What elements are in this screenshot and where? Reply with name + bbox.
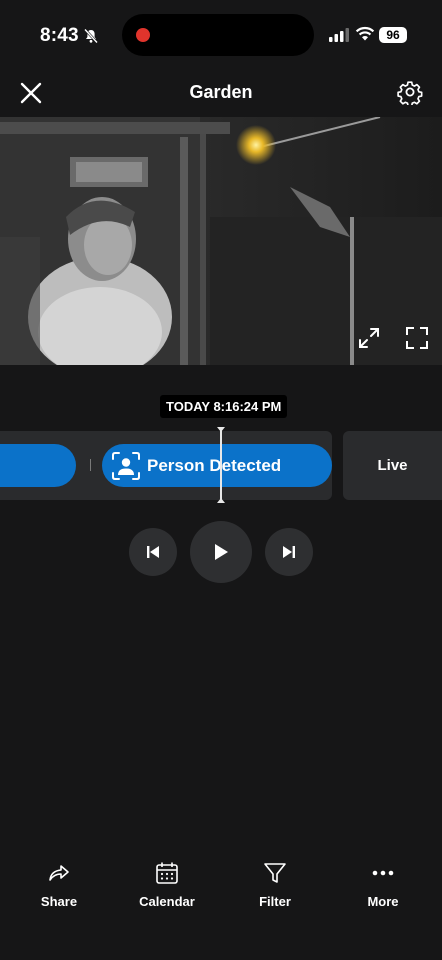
filter-label: Filter <box>259 894 291 909</box>
expand-icon[interactable] <box>357 326 381 350</box>
status-time: 8:43 <box>40 25 79 46</box>
event-timeline[interactable]: Person Detected <box>0 431 332 500</box>
share-button[interactable]: Share <box>14 860 104 909</box>
dynamic-island <box>122 14 314 56</box>
bottom-action-bar: Share Calendar Filter More <box>0 860 442 920</box>
live-button[interactable]: Live <box>343 431 442 500</box>
camera-video-feed[interactable] <box>0 117 442 365</box>
play-icon <box>215 544 228 560</box>
page-title: Garden <box>189 82 253 102</box>
recording-dot-icon <box>136 28 150 42</box>
more-button[interactable]: More <box>338 860 428 909</box>
next-event-button[interactable] <box>265 528 313 576</box>
bell-muted-icon <box>84 28 98 44</box>
share-label: Share <box>40 894 78 909</box>
share-icon <box>49 865 69 881</box>
event-label: Person Detected <box>147 456 282 475</box>
timeline-tick <box>90 459 91 471</box>
fullscreen-icon[interactable] <box>405 326 429 350</box>
header-bar: Garden <box>0 70 442 116</box>
calendar-icon <box>156 862 178 884</box>
skip-back-icon <box>147 546 159 558</box>
filter-icon <box>264 863 286 883</box>
battery-indicator: 96 <box>379 27 407 43</box>
previous-event-marker[interactable] <box>0 444 76 487</box>
gear-icon[interactable] <box>397 79 423 105</box>
skip-forward-icon <box>283 546 295 558</box>
person-detected-icon <box>112 452 140 480</box>
cellular-signal-icon <box>329 28 349 42</box>
more-icon <box>372 870 394 876</box>
calendar-label: Calendar <box>139 894 195 909</box>
person-detected-event[interactable]: Person Detected <box>102 444 332 487</box>
more-label: More <box>367 894 399 909</box>
calendar-button[interactable]: Calendar <box>122 860 212 909</box>
playhead-top-marker <box>217 427 225 432</box>
playhead-bottom-marker <box>217 498 225 503</box>
previous-event-button[interactable] <box>129 528 177 576</box>
filter-button[interactable]: Filter <box>230 860 320 909</box>
status-bar: 8:43 96 <box>0 0 442 70</box>
event-timestamp: TODAY 8:16:24 PM <box>160 395 288 418</box>
play-button[interactable] <box>190 521 252 583</box>
wifi-icon <box>355 26 375 41</box>
timeline-playhead[interactable] <box>220 427 222 503</box>
